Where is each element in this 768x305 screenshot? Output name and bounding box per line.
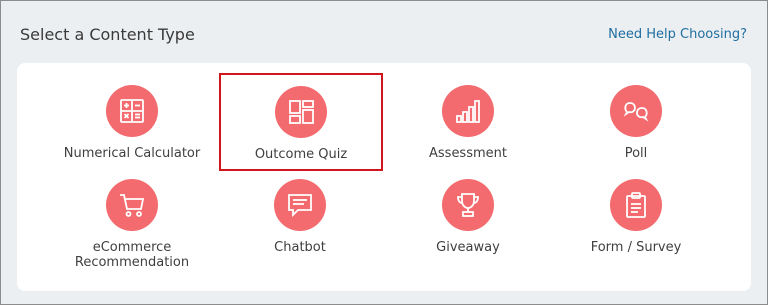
tile-chatbot[interactable]: Chatbot bbox=[225, 179, 375, 255]
tile-label: Chatbot bbox=[274, 240, 326, 255]
tile-numerical-calculator[interactable]: Numerical Calculator bbox=[57, 85, 207, 161]
tile-outcome-quiz[interactable]: Outcome Quiz bbox=[219, 73, 383, 171]
tile-label: Giveaway bbox=[436, 240, 500, 255]
calculator-icon bbox=[106, 85, 158, 137]
page-title: Select a Content Type bbox=[20, 25, 195, 44]
tile-poll[interactable]: Poll bbox=[561, 85, 711, 161]
layout-grid-icon bbox=[275, 86, 327, 138]
clipboard-icon bbox=[610, 179, 662, 231]
content-type-dialog: Select a Content Type Need Help Choosing… bbox=[0, 0, 768, 305]
tile-label: Numerical Calculator bbox=[63, 146, 201, 161]
tile-form-survey[interactable]: Form / Survey bbox=[561, 179, 711, 255]
tile-assessment[interactable]: Assessment bbox=[393, 85, 543, 161]
shopping-cart-icon bbox=[106, 179, 158, 231]
tile-label: Form / Survey bbox=[590, 240, 682, 255]
tile-ecommerce-recommendation[interactable]: eCommerce Recommendation bbox=[57, 179, 207, 270]
tile-giveaway[interactable]: Giveaway bbox=[393, 179, 543, 255]
tile-label: Poll bbox=[624, 146, 648, 161]
trophy-icon bbox=[442, 179, 494, 231]
chat-bubbles-icon bbox=[610, 85, 662, 137]
content-type-panel: Numerical Calculator Outcome Quiz Assess… bbox=[17, 63, 751, 291]
chat-icon bbox=[274, 179, 326, 231]
need-help-link[interactable]: Need Help Choosing? bbox=[608, 27, 747, 42]
tile-label: Assessment bbox=[429, 146, 507, 161]
bar-chart-icon bbox=[442, 85, 494, 137]
tile-label: eCommerce Recommendation bbox=[74, 240, 190, 270]
tile-label: Outcome Quiz bbox=[254, 147, 348, 162]
